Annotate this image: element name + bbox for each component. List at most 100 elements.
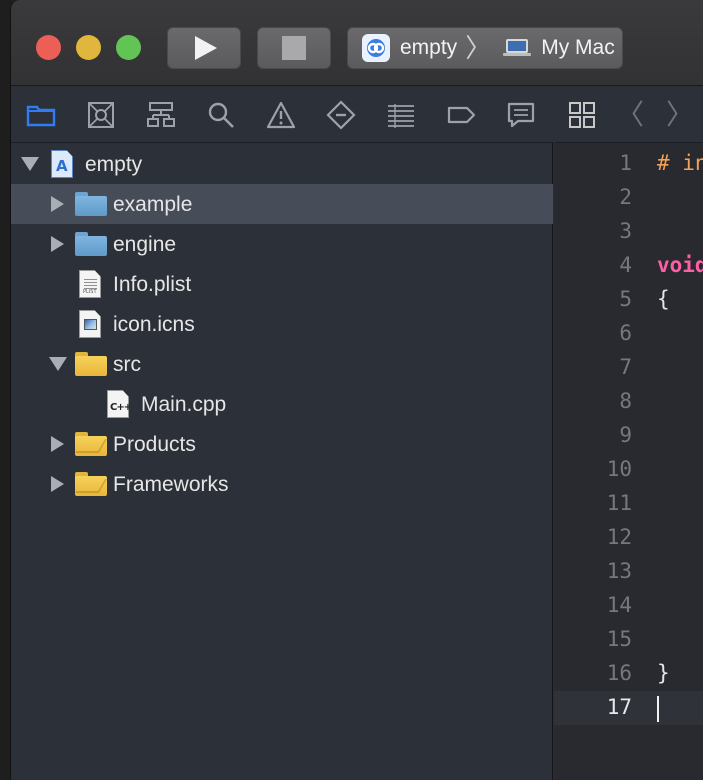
project-navigator-tab[interactable] (25, 99, 57, 131)
back-chevron-icon[interactable]: 〈 (616, 101, 644, 129)
code-line[interactable]: 1 # in (554, 147, 703, 181)
group-folder-icon (75, 350, 107, 378)
code-line[interactable]: 11 (554, 487, 703, 521)
code-line[interactable]: 8 (554, 385, 703, 419)
find-navigator-tab[interactable] (205, 99, 237, 131)
zoom-window-button[interactable] (116, 35, 141, 60)
xcode-window: empty 〉 My Mac A empty example engine PL… (10, 0, 703, 780)
chevron-right-icon: 〉 (465, 33, 492, 63)
symbol-navigator-tab[interactable] (145, 99, 177, 131)
line-number: 14 (606, 593, 632, 617)
toolbar: empty 〉 My Mac (11, 0, 703, 86)
folder-icon (26, 105, 56, 127)
code-line[interactable]: 6 (554, 317, 703, 351)
run-button[interactable] (167, 27, 241, 69)
tree-item-info-plist[interactable]: PLIST Info.plist (11, 264, 553, 304)
tree-item-icon-icns[interactable]: icon.icns (11, 304, 553, 344)
tree-item-label: Products (113, 433, 196, 456)
line-number: 7 (619, 355, 632, 379)
line-source: # in (657, 151, 703, 175)
line-number: 4 (619, 253, 632, 277)
tree-item-example[interactable]: example (11, 184, 553, 224)
tree-item-src[interactable]: src (11, 344, 553, 384)
disclosure-closed-icon[interactable] (51, 476, 64, 492)
text-cursor (657, 696, 659, 722)
code-line[interactable]: 10 (554, 453, 703, 487)
minimize-window-button[interactable] (76, 35, 101, 60)
scheme-project-name[interactable]: empty (400, 36, 457, 60)
code-line[interactable]: 15 (554, 623, 703, 657)
breakpoint-navigator-tab[interactable] (445, 99, 477, 131)
line-number: 3 (619, 219, 632, 243)
code-line[interactable]: 5{ (554, 283, 703, 317)
tree-item-label: src (113, 353, 141, 376)
code-line[interactable]: 9 (554, 419, 703, 453)
disclosure-closed-icon[interactable] (51, 236, 64, 252)
related-items-icon[interactable] (568, 101, 596, 129)
tree-item-engine[interactable]: engine (11, 224, 553, 264)
code-area[interactable]: 1 # in 2 3 4 void 5{6 7 8 9 10 11 12 13 14 15 16} 17 (554, 144, 703, 780)
folder-icon (75, 190, 107, 218)
tree-item-label: engine (113, 233, 177, 256)
disclosure-open-icon[interactable] (21, 157, 39, 171)
group-folder-icon (74, 430, 108, 458)
line-source: { (657, 287, 670, 311)
disclosure-closed-icon[interactable] (51, 436, 64, 452)
close-window-button[interactable] (36, 35, 61, 60)
project-navigator-pane: A empty example engine PLIST Info.plist (11, 87, 553, 780)
line-number: 10 (606, 457, 632, 481)
line-number: 12 (606, 525, 632, 549)
tag-icon (447, 106, 476, 124)
line-number: 8 (619, 389, 632, 413)
warning-icon (266, 101, 296, 129)
navigator-tab-bar (11, 87, 553, 143)
source-editor: 〈 〉 1 # in 2 3 4 void 5{6 7 8 9 10 11 12 13 14 15 16} 17 (554, 87, 703, 780)
chat-icon (507, 102, 535, 128)
line-number: 15 (606, 627, 632, 651)
code-line[interactable]: 16} (554, 657, 703, 691)
xcode-project-icon: A (51, 150, 73, 178)
image-file-icon (79, 310, 101, 338)
stop-icon (282, 36, 306, 60)
editor-jump-bar: 〈 〉 (554, 87, 703, 143)
debug-navigator-tab[interactable] (385, 99, 417, 131)
code-line[interactable]: 2 (554, 181, 703, 215)
line-number: 6 (619, 321, 632, 345)
hierarchy-icon (147, 102, 175, 127)
source-control-navigator-tab[interactable] (85, 99, 117, 131)
plist-file-icon: PLIST (79, 270, 101, 298)
tree-item-label: Frameworks (113, 473, 229, 496)
code-line[interactable]: 7 (554, 351, 703, 385)
tree-item-project[interactable]: A empty (11, 144, 553, 184)
disclosure-open-icon[interactable] (49, 357, 67, 371)
line-number: 5 (619, 287, 632, 311)
disclosure-closed-icon[interactable] (51, 196, 64, 212)
line-number: 16 (606, 661, 632, 685)
code-line[interactable]: 14 (554, 589, 703, 623)
tree-item-main-cpp[interactable]: C++ Main.cpp (11, 384, 553, 424)
tree-item-frameworks[interactable]: Frameworks (11, 464, 553, 504)
code-line[interactable]: 17 (554, 691, 703, 725)
line-number: 1 (619, 151, 632, 175)
scheme-selector[interactable]: empty 〉 My Mac (347, 27, 623, 69)
tree-item-label: empty (85, 153, 143, 176)
tree-item-products[interactable]: Products (11, 424, 553, 464)
code-line[interactable]: 12 (554, 521, 703, 555)
run-destination[interactable]: My Mac (541, 36, 615, 60)
folder-icon (75, 230, 107, 258)
cpp-file-icon: C++ (107, 390, 129, 418)
line-number: 11 (606, 491, 632, 515)
group-folder-icon (74, 470, 108, 498)
tree-item-label: Main.cpp (141, 393, 227, 416)
report-navigator-tab[interactable] (505, 99, 537, 131)
test-navigator-tab[interactable] (325, 99, 357, 131)
issue-navigator-tab[interactable] (265, 99, 297, 131)
laptop-icon (503, 39, 532, 57)
tree-item-label: Info.plist (113, 273, 192, 296)
code-line[interactable]: 4 void (554, 249, 703, 283)
forward-chevron-icon[interactable]: 〉 (666, 101, 694, 129)
code-line[interactable]: 13 (554, 555, 703, 589)
code-line[interactable]: 3 (554, 215, 703, 249)
line-source: void (657, 253, 703, 277)
stop-button[interactable] (257, 27, 331, 69)
